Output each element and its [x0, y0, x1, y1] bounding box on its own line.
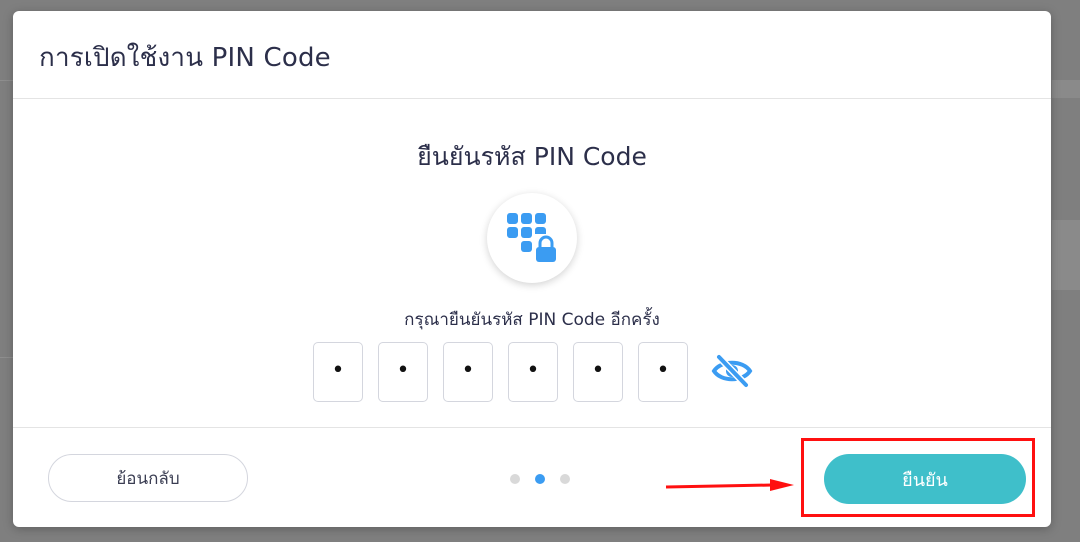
red-arrow-icon	[665, 479, 794, 491]
modal-body: ยืนยันรหัส PIN Code กรุณายืนยันรหัส PIN …	[13, 99, 1051, 427]
pin-input-group: • • • • • •	[13, 342, 1051, 402]
pin-digit-2[interactable]: •	[378, 342, 428, 402]
step-indicator	[510, 474, 580, 484]
instruction-text: กรุณายืนยันรหัส PIN Code อีกครั้ง	[404, 310, 660, 330]
step-dot	[560, 474, 570, 484]
backdrop-band	[1052, 220, 1080, 290]
highlight-annotation	[801, 438, 1035, 517]
step-dot-active	[535, 474, 545, 484]
back-button[interactable]: ย้อนกลับ	[48, 454, 248, 502]
step-dot	[510, 474, 520, 484]
pin-digit-6[interactable]: •	[638, 342, 688, 402]
keypad-badge	[487, 193, 577, 283]
modal-title: การเปิดใช้งาน PIN Code	[39, 43, 331, 73]
pin-digit-5[interactable]: •	[573, 342, 623, 402]
modal-header: การเปิดใช้งาน PIN Code	[13, 11, 1051, 99]
pin-digit-1[interactable]: •	[313, 342, 363, 402]
backdrop-divider	[0, 357, 13, 358]
eye-slash-icon[interactable]	[711, 354, 753, 388]
confirm-pin-heading: ยืนยันรหัส PIN Code	[417, 142, 647, 171]
pin-digit-3[interactable]: •	[443, 342, 493, 402]
backdrop-band	[1052, 80, 1080, 98]
pin-digit-4[interactable]: •	[508, 342, 558, 402]
backdrop-divider	[0, 80, 13, 81]
keypad-lock-icon	[507, 213, 559, 266]
